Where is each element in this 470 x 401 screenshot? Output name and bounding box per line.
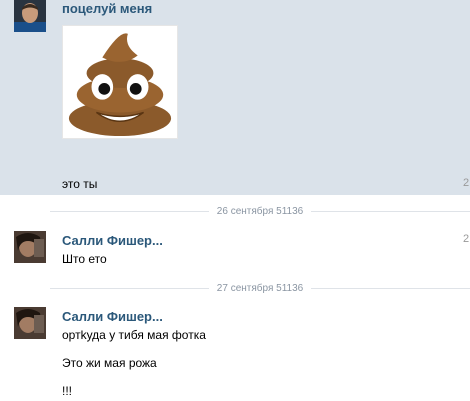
- message-line: Это жи мая рожа: [62, 356, 157, 370]
- date-label: 27 сентября 51136: [216, 282, 304, 294]
- message-text: это ты: [62, 177, 98, 191]
- divider: [311, 287, 470, 289]
- sender-name-link[interactable]: поцелуй меня: [62, 1, 152, 16]
- user-photo-icon: [14, 307, 46, 339]
- user-photo-icon: [14, 0, 46, 32]
- user-photo-icon: [14, 231, 46, 263]
- sender-name-link[interactable]: Салли Фишер...: [62, 309, 163, 324]
- sender-name-link[interactable]: Салли Фишер...: [62, 233, 163, 248]
- poop-emoji-icon: [68, 33, 172, 137]
- avatar[interactable]: [14, 307, 46, 339]
- message-text: Што ето: [62, 252, 107, 266]
- message-time: 2: [463, 177, 470, 189]
- sticker-image[interactable]: [62, 25, 178, 139]
- avatar[interactable]: [14, 0, 46, 32]
- divider: [311, 210, 470, 212]
- divider: [50, 287, 209, 289]
- message-line: !!!: [62, 384, 73, 398]
- message-line: ортkуда у тибя мая фотка: [62, 328, 206, 342]
- avatar[interactable]: [14, 231, 46, 263]
- message-time: 2: [463, 233, 470, 245]
- divider: [50, 210, 209, 212]
- date-separator: 27 сентября 51136: [50, 282, 470, 294]
- date-separator: 26 сентября 51136: [50, 205, 470, 217]
- date-label: 26 сентября 51136: [216, 205, 304, 217]
